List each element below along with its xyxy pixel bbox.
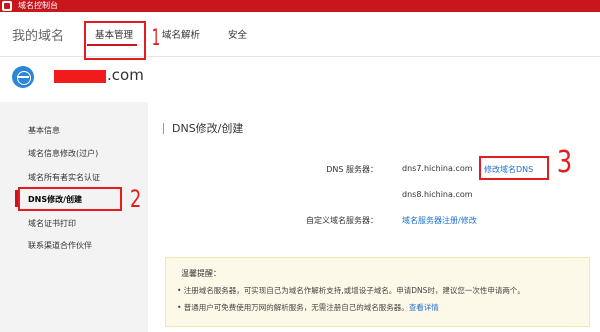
custom-dns-register-link[interactable]: 域名服务器注册/修改 bbox=[402, 215, 477, 226]
annotation-box-2 bbox=[18, 187, 122, 211]
custom-dns-label: 自定义域名服务器： bbox=[306, 216, 378, 225]
app-title: 域名控制台 bbox=[18, 1, 58, 10]
domain-name-suffix: .com bbox=[107, 66, 144, 84]
top-bar: 域名控制台 bbox=[0, 0, 600, 12]
sidebar-item-info-modify[interactable]: 域名信息修改(过户) bbox=[28, 148, 98, 159]
globe-icon bbox=[12, 66, 34, 88]
domain-redaction bbox=[54, 70, 106, 83]
section-divider bbox=[163, 123, 164, 134]
annotation-number-3: 3 bbox=[556, 145, 573, 180]
dns-server-2: dns8.hichina.com bbox=[402, 190, 473, 199]
annotation-box-1 bbox=[84, 21, 146, 60]
annotation-number-2: 2 bbox=[129, 185, 142, 213]
tip-line-2: • 普通用户可免费使用万网的解析服务，无需注册自己的域名服务器。查看详情 bbox=[177, 302, 439, 313]
page-title: 我的域名 bbox=[12, 29, 65, 44]
tab-security[interactable]: 安全 bbox=[228, 27, 247, 41]
view-details-link[interactable]: 查看详情 bbox=[409, 303, 439, 312]
sidebar-item-certificate-print[interactable]: 域名证书打印 bbox=[28, 218, 76, 229]
sidebar-item-contact-partner[interactable]: 联系渠道合作伙伴 bbox=[28, 240, 92, 251]
tip-line-2-text: • 普通用户可免费使用万网的解析服务，无需注册自己的域名服务器。 bbox=[177, 303, 409, 312]
tip-title: 温馨提醒： bbox=[181, 269, 221, 278]
sidebar-item-owner-verification[interactable]: 域名所有者实名认证 bbox=[28, 172, 100, 183]
annotation-box-3 bbox=[479, 156, 549, 180]
dns-server-label: DNS 服务器： bbox=[326, 165, 378, 174]
annotation-number-1: 1 bbox=[151, 26, 161, 51]
tab-domain-resolution[interactable]: 域名解析 bbox=[162, 27, 200, 41]
section-title: DNS修改/创建 bbox=[172, 122, 244, 135]
dns-server-1: dns7.hichina.com bbox=[402, 164, 473, 173]
sidebar-item-basic-info[interactable]: 基本信息 bbox=[28, 125, 60, 136]
aliyun-logo-icon bbox=[2, 1, 12, 11]
sidebar bbox=[0, 102, 148, 332]
tip-box: 温馨提醒： • 注册域名服务器，可实现自己为域名作解析支持,或增设子域名。申请D… bbox=[165, 257, 590, 327]
tip-line-1: • 注册域名服务器，可实现自己为域名作解析支持,或增设子域名。申请DNS时，建议… bbox=[177, 286, 525, 295]
